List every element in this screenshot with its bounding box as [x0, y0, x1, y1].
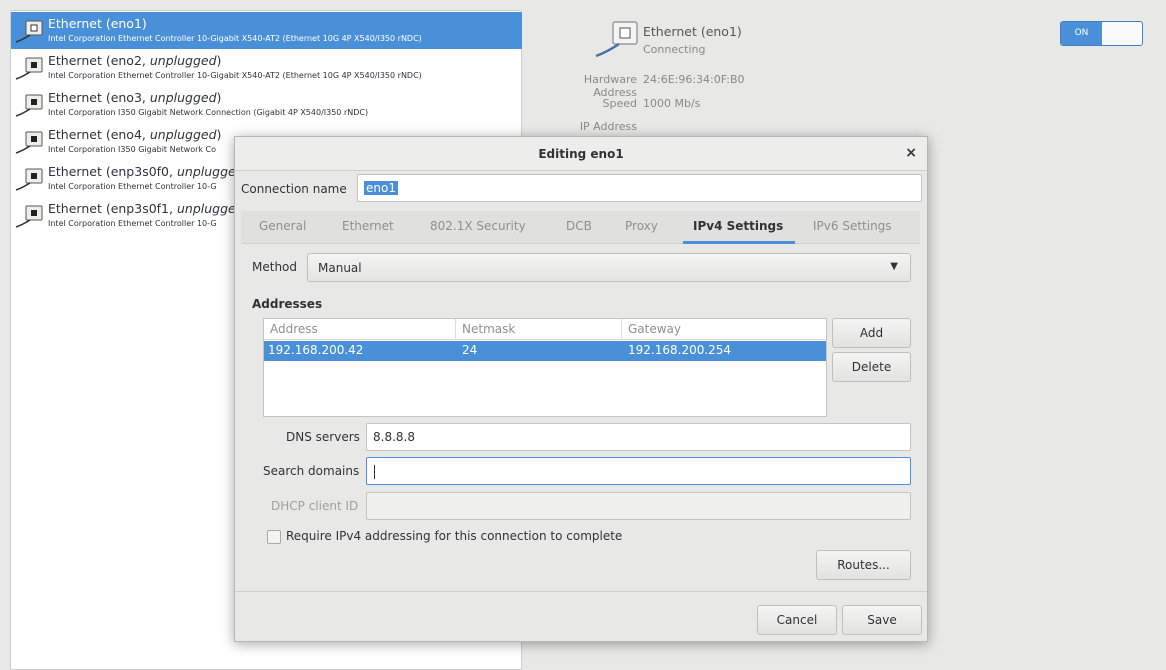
edit-connection-dialog: Editing eno1 × Connection name eno1 Gene… — [234, 136, 928, 642]
ethernet-icon — [595, 21, 638, 58]
device-name: Ethernet (eno3, unplugged) — [48, 90, 222, 105]
dialog-title: Editing eno1 — [538, 147, 624, 161]
table-row[interactable]: 192.168.200.42 24 192.168.200.254 — [264, 341, 826, 361]
device-item-eno1[interactable]: Ethernet (eno1) Intel Corporation Ethern… — [11, 12, 522, 49]
device-description: Intel Corporation Ethernet Controller 10… — [48, 219, 217, 228]
ip-address-label: IP Address — [579, 120, 637, 133]
connection-name-value: eno1 — [364, 181, 398, 195]
tab-general[interactable]: General — [259, 219, 306, 233]
close-icon[interactable]: × — [905, 145, 917, 161]
dhcp-client-id-input — [366, 492, 911, 520]
tab-ipv6-settings[interactable]: IPv6 Settings — [813, 219, 892, 233]
device-name: Ethernet (eno1) — [48, 16, 147, 31]
device-name: Ethernet (eno4, unplugged) — [48, 127, 222, 142]
hardware-address-label: Hardware Address — [583, 73, 637, 99]
ethernet-icon — [15, 168, 43, 191]
addresses-heading: Addresses — [252, 297, 323, 311]
search-domains-input[interactable] — [366, 457, 911, 485]
tab-proxy[interactable]: Proxy — [625, 219, 658, 233]
settings-tabs: General Ethernet 802.1X Security DCB Pro… — [241, 211, 920, 244]
ethernet-icon — [15, 57, 43, 80]
address-cell[interactable]: 192.168.200.42 — [268, 343, 363, 357]
active-tab-indicator — [683, 241, 795, 244]
cancel-button[interactable]: Cancel — [757, 605, 837, 635]
save-button[interactable]: Save — [842, 605, 922, 635]
connection-name-label: Connection name — [241, 182, 347, 196]
dhcp-client-id-label: DHCP client ID — [271, 499, 359, 513]
dns-servers-input[interactable]: 8.8.8.8 — [366, 423, 911, 451]
addresses-table[interactable]: Address Netmask Gateway 192.168.200.42 2… — [263, 318, 827, 417]
require-ipv4-checkbox[interactable] — [267, 530, 281, 544]
toggle-on-label: ON — [1061, 22, 1102, 45]
text-caret — [374, 464, 375, 479]
connection-toggle[interactable]: ON — [1060, 21, 1143, 46]
device-description: Intel Corporation Ethernet Controller 10… — [48, 182, 217, 191]
device-description: Intel Corporation Ethernet Controller 10… — [48, 71, 422, 80]
speed-value: 1000 Mb/s — [643, 97, 701, 110]
column-header-netmask[interactable]: Netmask — [456, 319, 622, 340]
tab-ipv4-settings[interactable]: IPv4 Settings — [693, 219, 783, 233]
connection-name-input[interactable]: eno1 — [357, 174, 922, 202]
dropdown-arrow-icon: ▼ — [890, 261, 898, 272]
add-address-button[interactable]: Add — [832, 318, 911, 348]
dns-servers-label: DNS servers — [286, 430, 360, 444]
ethernet-icon — [15, 94, 43, 117]
tab-dcb[interactable]: DCB — [566, 219, 592, 233]
hardware-address-value: 24:6E:96:34:0F:B0 — [643, 73, 745, 86]
device-item-eno3[interactable]: Ethernet (eno3, unplugged) Intel Corpora… — [11, 86, 522, 123]
dialog-header: Editing eno1 × — [235, 137, 927, 171]
tab-ethernet[interactable]: Ethernet — [342, 219, 394, 233]
column-header-address[interactable]: Address — [264, 319, 456, 340]
netmask-cell[interactable]: 24 — [462, 343, 477, 357]
ethernet-icon — [15, 131, 43, 154]
tab-8021x-security[interactable]: 802.1X Security — [430, 219, 526, 233]
search-domains-label: Search domains — [263, 464, 360, 478]
device-description: Intel Corporation I350 Gigabit Network C… — [48, 145, 217, 154]
device-name: Ethernet (eno2, unplugged) — [48, 53, 222, 68]
device-name: Ethernet (enp3s0f1, unplugge — [48, 201, 236, 216]
device-description: Intel Corporation Ethernet Controller 10… — [48, 34, 422, 43]
device-item-eno2[interactable]: Ethernet (eno2, unplugged) Intel Corpora… — [11, 49, 522, 86]
gateway-cell[interactable]: 192.168.200.254 — [628, 343, 731, 357]
ethernet-icon — [15, 205, 43, 228]
detail-title: Ethernet (eno1) — [643, 24, 742, 39]
method-select[interactable]: Manual ▼ — [307, 253, 911, 282]
connection-status: Connecting — [643, 43, 706, 56]
dialog-footer-divider — [235, 591, 927, 592]
method-value: Manual — [318, 261, 362, 275]
speed-label: Speed — [602, 97, 637, 110]
delete-address-button[interactable]: Delete — [832, 352, 911, 382]
method-label: Method — [252, 260, 298, 274]
column-header-gateway[interactable]: Gateway — [622, 319, 826, 340]
device-description: Intel Corporation I350 Gigabit Network C… — [48, 108, 369, 117]
ethernet-icon — [15, 20, 43, 43]
routes-button[interactable]: Routes... — [816, 550, 911, 580]
require-ipv4-label[interactable]: Require IPv4 addressing for this connect… — [286, 529, 622, 543]
device-name: Ethernet (enp3s0f0, unplugge — [48, 164, 236, 179]
